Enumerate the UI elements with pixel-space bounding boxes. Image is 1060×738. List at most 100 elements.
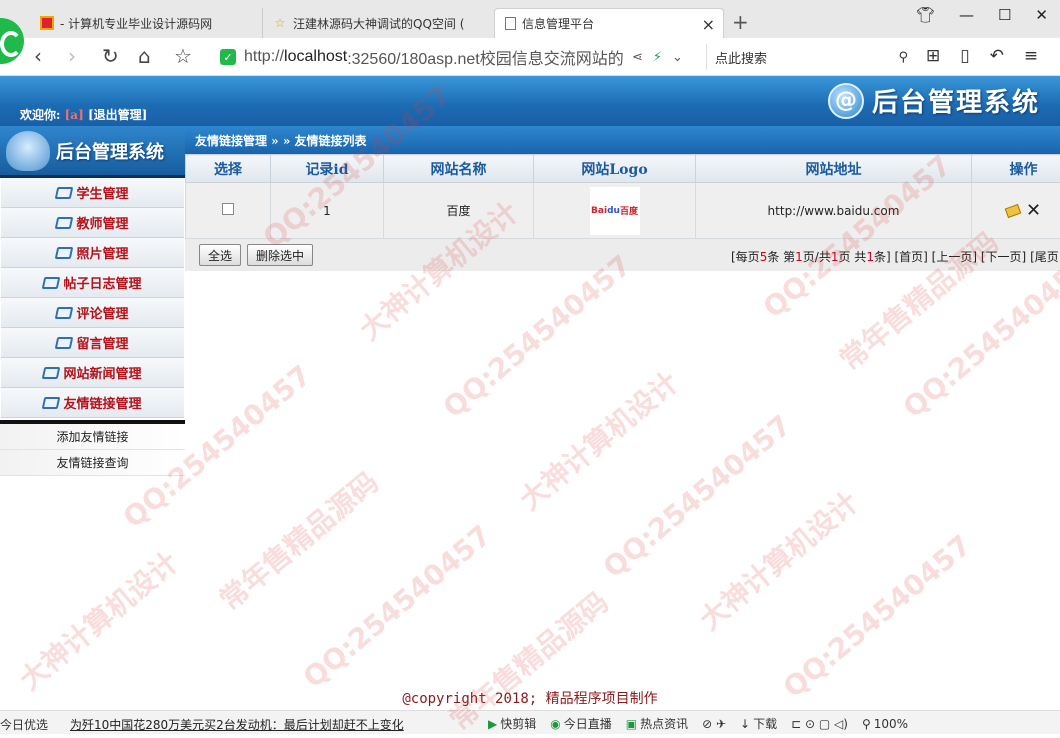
zoom-icon: ⚲ bbox=[862, 717, 871, 731]
star-icon: ☆ bbox=[273, 16, 287, 30]
status-item-clip[interactable]: ▶快剪辑 bbox=[488, 715, 536, 732]
pager-total: 1 bbox=[866, 250, 874, 264]
status-item-misc[interactable]: ⊏ ⊙ ▢ ◁) bbox=[791, 717, 848, 731]
links-table: 选择 记录id 网站名称 网站Logo 网站地址 操作 1 百度 Baidu百度 bbox=[185, 154, 1060, 239]
browser-tab-strip: - 计算机专业毕业设计源码网 ☆ 汪建林源码大神调试的QQ空间 ( 信息管理平台… bbox=[0, 0, 1060, 38]
pagination: [每页5条 第1页/共1页 共1条] [首页] [上一页] [下一页] [尾页] bbox=[731, 248, 1060, 265]
submenu-label: 友情链接查询 bbox=[56, 454, 128, 471]
browser-tab-2[interactable]: ☆ 汪建林源码大神调试的QQ空间 ( bbox=[262, 8, 494, 38]
monitor-icon bbox=[55, 247, 74, 259]
status-item-zoom[interactable]: ⚲100% bbox=[862, 717, 908, 731]
menu-icon[interactable]: ≡ bbox=[1024, 46, 1038, 66]
status-item-label: 今日直播 bbox=[564, 715, 612, 732]
news-icon: ▣ bbox=[626, 717, 637, 731]
browser-right-tools: ⊞ ▯ ↶ ≡ bbox=[926, 46, 1038, 66]
sidebar-item-teachers[interactable]: 教师管理 bbox=[1, 208, 184, 238]
close-window-icon[interactable]: ✕ bbox=[1035, 6, 1048, 24]
row-checkbox[interactable] bbox=[222, 203, 234, 215]
admin-title: 后台管理系统 bbox=[872, 82, 1040, 119]
monitor-icon bbox=[55, 217, 74, 229]
favorite-star-icon[interactable]: ☆ bbox=[174, 46, 192, 66]
forward-icon[interactable]: › bbox=[68, 46, 76, 66]
maximize-icon[interactable]: ☐ bbox=[998, 6, 1011, 24]
monitor-icon bbox=[55, 337, 74, 349]
sidebar-item-links[interactable]: 友情链接管理 bbox=[1, 388, 184, 418]
shirt-icon[interactable]: 👕︎ bbox=[916, 6, 935, 24]
pager-last-link[interactable]: [尾页] bbox=[1030, 250, 1060, 264]
lightning-icon[interactable]: ⚡ bbox=[653, 50, 662, 65]
edit-icon[interactable] bbox=[1005, 203, 1022, 217]
status-item-download[interactable]: ↓下载 bbox=[740, 715, 777, 732]
submenu-query-link[interactable]: 友情链接查询 bbox=[0, 450, 185, 476]
col-name: 网站名称 bbox=[384, 155, 534, 183]
sidebar-item-posts[interactable]: 帖子日志管理 bbox=[1, 268, 184, 298]
share-icon[interactable]: ⋖ bbox=[632, 50, 643, 65]
col-select: 选择 bbox=[186, 155, 271, 183]
monitor-icon bbox=[55, 307, 74, 319]
close-tab-icon[interactable]: × bbox=[702, 15, 715, 34]
at-logo-icon: @ bbox=[828, 83, 864, 119]
sidebar-item-label: 网站新闻管理 bbox=[63, 363, 141, 382]
logo-paw: du bbox=[607, 206, 620, 216]
new-tab-icon[interactable]: + bbox=[732, 10, 749, 34]
live-icon: ◉ bbox=[550, 717, 560, 731]
logo-cell: Baidu百度 bbox=[534, 183, 696, 239]
delete-selected-button[interactable]: 删除选中 bbox=[247, 244, 313, 266]
status-news-link[interactable]: 为歼10中国花280万美元买2台发动机：最后计划却赶不上变化 bbox=[70, 716, 404, 733]
browser-tab-active[interactable]: 信息管理平台 × bbox=[494, 8, 724, 38]
delete-icon[interactable]: ✕ bbox=[1026, 200, 1041, 221]
sidebar-item-label: 友情链接管理 bbox=[63, 393, 141, 412]
reload-icon[interactable]: ↻ bbox=[102, 46, 119, 66]
logout-link[interactable]: [退出管理] bbox=[88, 108, 147, 122]
col-actions: 操作 bbox=[972, 155, 1060, 183]
url-scheme: http:// bbox=[244, 48, 284, 66]
status-right-tools: ▶快剪辑 ◉ 今日直播 ▣热点资讯 ⊘ ✈ ↓下载 ⊏ ⊙ ▢ ◁) ⚲100% bbox=[488, 715, 908, 732]
table-header-row: 选择 记录id 网站名称 网站Logo 网站地址 操作 bbox=[186, 155, 1060, 183]
pager-prev-link[interactable]: [上一页] bbox=[932, 250, 977, 264]
sidebar-item-label: 教师管理 bbox=[76, 213, 128, 232]
sidebar-item-comments[interactable]: 评论管理 bbox=[1, 298, 184, 328]
search-input[interactable]: 点此搜索 ⚲ bbox=[706, 44, 908, 70]
welcome-text: 欢迎你: [a] [退出管理] bbox=[20, 106, 147, 123]
pager-text: 页/共 bbox=[803, 250, 831, 264]
status-item-hot[interactable]: ▣热点资讯 bbox=[626, 715, 688, 732]
status-left[interactable]: 今日优选 bbox=[0, 716, 48, 733]
status-item-tools[interactable]: ⊘ ✈ bbox=[702, 717, 726, 731]
download-icon: ↓ bbox=[740, 717, 750, 731]
monitor-icon bbox=[42, 367, 61, 379]
chevron-down-icon[interactable]: ⌄ bbox=[672, 50, 683, 65]
status-item-live[interactable]: ◉ 今日直播 bbox=[550, 715, 612, 732]
sidebar-item-news[interactable]: 网站新闻管理 bbox=[1, 358, 184, 388]
back-icon[interactable]: ‹ bbox=[34, 46, 42, 66]
apps-grid-icon[interactable]: ⊞ bbox=[926, 46, 940, 66]
home-icon[interactable]: ⌂ bbox=[138, 46, 151, 66]
minimize-icon[interactable]: — bbox=[959, 6, 974, 24]
pager-next-link[interactable]: [下一页] bbox=[981, 250, 1026, 264]
search-placeholder: 点此搜索 bbox=[715, 48, 767, 67]
reader-icon[interactable]: ▯ bbox=[960, 46, 969, 66]
window-controls: 👕︎ — ☐ ✕ bbox=[916, 6, 1048, 24]
select-all-button[interactable]: 全选 bbox=[199, 244, 241, 266]
search-icon[interactable]: ⚲ bbox=[898, 50, 908, 65]
admin-logo: @ 后台管理系统 bbox=[828, 82, 1040, 119]
pager-first-link[interactable]: [首页] bbox=[894, 250, 927, 264]
sidebar-item-photos[interactable]: 照片管理 bbox=[1, 238, 184, 268]
undo-icon[interactable]: ↶ bbox=[990, 46, 1004, 66]
id-cell: 1 bbox=[271, 183, 384, 239]
col-id: 记录id bbox=[271, 155, 384, 183]
sidebar-item-label: 照片管理 bbox=[76, 243, 128, 262]
submenu-add-link[interactable]: 添加友情链接 bbox=[0, 424, 185, 450]
sidebar-logo-title: 后台管理系统 bbox=[56, 138, 164, 164]
pager-text: 条 第 bbox=[767, 250, 795, 264]
sidebar-item-students[interactable]: 学生管理 bbox=[1, 178, 184, 208]
sidebar-item-messages[interactable]: 留言管理 bbox=[1, 328, 184, 358]
url-cell: http://www.baidu.com bbox=[696, 183, 972, 239]
username: [a] bbox=[65, 108, 84, 122]
document-icon bbox=[505, 17, 516, 30]
table-actions: 全选 删除选中 [每页5条 第1页/共1页 共1条] [首页] [上一页] [下… bbox=[185, 239, 1060, 271]
sidebar-item-label: 评论管理 bbox=[76, 303, 128, 322]
monitor-icon bbox=[42, 397, 61, 409]
browser-tab-1[interactable]: - 计算机专业毕业设计源码网 bbox=[30, 8, 262, 38]
welcome-label: 欢迎你: bbox=[20, 108, 60, 122]
address-bar[interactable]: ✓ http://localhost:32560/180asp.net校园信息交… bbox=[220, 43, 698, 71]
